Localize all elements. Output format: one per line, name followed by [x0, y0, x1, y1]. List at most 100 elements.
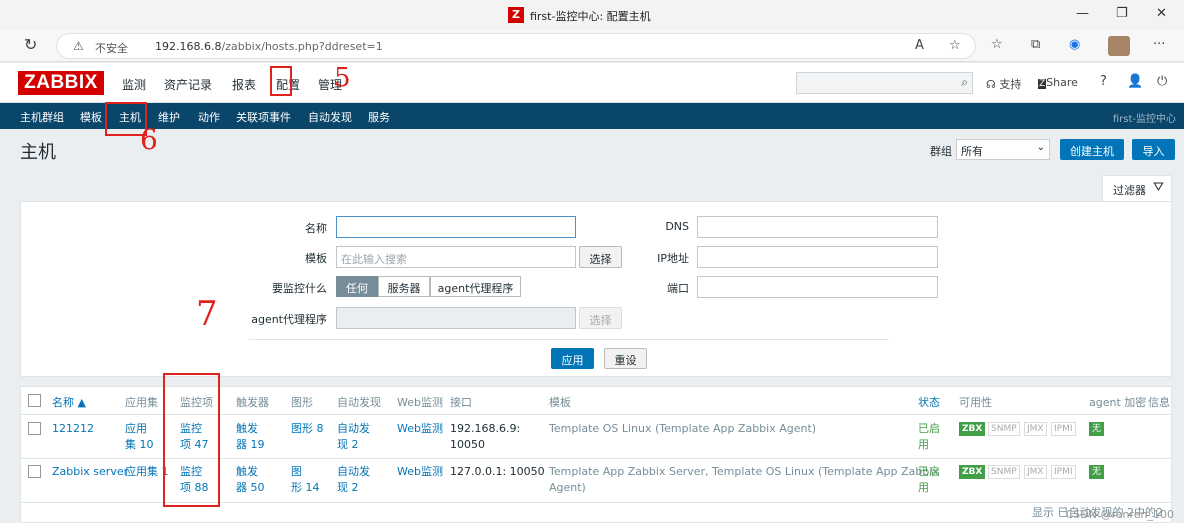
discovery-link[interactable]: 自动发现 2 [337, 464, 370, 496]
url-box[interactable]: ⚠ 不安全 192.168.6.8/zabbix/hosts.php?ddres… [56, 33, 976, 59]
subnav-actions[interactable]: 动作 [198, 109, 220, 125]
share-link[interactable]: ZShare [1038, 76, 1078, 89]
col-name[interactable]: 名称 ▲ [52, 394, 86, 410]
web-link[interactable]: Web监测 [397, 464, 443, 480]
collections-icon[interactable]: ⧉ [1031, 37, 1040, 52]
zabbix-logo[interactable]: ZABBIX [18, 71, 104, 95]
dns-label: DNS [665, 220, 689, 233]
search-icon[interactable]: ⌕ [961, 75, 968, 90]
triggers-link[interactable]: 触发器 50 [236, 464, 265, 496]
annotation-7: 7 [196, 294, 218, 334]
address-bar: ↻ ⚠ 不安全 192.168.6.8/zabbix/hosts.php?ddr… [0, 30, 1184, 62]
proxy-input [336, 307, 576, 329]
col-agent-encryption: agent 加密 [1089, 396, 1147, 409]
top-navigation: ZABBIX 监测 资产记录 报表 配置 管理 ⌕ ☊ 支持 ZShare ? … [0, 63, 1184, 103]
group-select[interactable]: 所有 ⌄ [956, 139, 1050, 160]
headset-icon: ☊ [986, 78, 996, 91]
subnav-host-groups[interactable]: 主机群组 [20, 109, 64, 125]
filter-panel: 名称 模板 在此输入搜索 选择 要监控什么 任何 服务器 agent代理程序 a… [20, 201, 1172, 377]
row-checkbox[interactable] [28, 465, 41, 478]
user-profile-icon[interactable]: 👤 [1127, 74, 1143, 89]
col-web: Web监测 [397, 396, 443, 409]
apps-link[interactable]: 应用集 1 [125, 464, 169, 480]
dns-input[interactable] [697, 216, 938, 238]
support-link[interactable]: ☊ 支持 [986, 76, 1021, 92]
warning-icon[interactable]: ⚠ [73, 39, 84, 53]
menu-inventory[interactable]: 资产记录 [164, 76, 212, 93]
menu-reports[interactable]: 报表 [232, 76, 256, 93]
subnav-discovery[interactable]: 自动发现 [308, 109, 352, 125]
web-link[interactable]: Web监测 [397, 421, 443, 437]
import-button[interactable]: 导入 [1132, 139, 1175, 160]
edge-icon[interactable]: ◉ [1069, 37, 1080, 52]
insecure-label: 不安全 [95, 42, 128, 55]
templates-text[interactable]: Template OS Linux (Template App Zabbix A… [549, 421, 816, 437]
ip-input[interactable] [697, 246, 938, 268]
favorites-icon[interactable]: ☆ [991, 37, 1003, 52]
create-host-button[interactable]: 创建主机 [1060, 139, 1124, 160]
template-label: 模板 [305, 252, 327, 265]
url-text[interactable]: 192.168.6.8/zabbix/hosts.php?ddreset=1 [155, 40, 383, 53]
port-input[interactable] [697, 276, 938, 298]
ipmi-badge: IPMI [1051, 465, 1076, 479]
status-enabled-link[interactable]: 已启用 [918, 421, 940, 453]
template-select-button[interactable]: 选择 [579, 246, 622, 268]
col-availability: 可用性 [959, 396, 992, 409]
jmx-badge: JMX [1024, 465, 1047, 479]
graphs-link[interactable]: 图形 8 [291, 421, 324, 437]
host-name-link[interactable]: Zabbix server [52, 464, 128, 480]
template-input[interactable]: 在此输入搜索 [336, 246, 576, 268]
reset-button[interactable]: 重设 [604, 348, 647, 369]
select-all-checkbox[interactable] [28, 394, 41, 407]
apply-button[interactable]: 应用 [551, 348, 594, 369]
subnav-maintenance[interactable]: 维护 [158, 109, 180, 125]
annotation-box-items [163, 373, 220, 507]
col-templates: 模板 [549, 396, 571, 409]
monitored-by-label: 要监控什么 [272, 282, 327, 295]
monitored-proxy-option[interactable]: agent代理程序 [430, 276, 521, 297]
refresh-icon[interactable]: ↻ [24, 35, 37, 54]
subnav-correlation[interactable]: 关联项事件 [236, 109, 291, 125]
col-discovery: 自动发现 [337, 396, 381, 409]
proxy-label: agent代理程序 [251, 313, 327, 326]
close-icon[interactable]: ✕ [1156, 6, 1167, 21]
status-enabled-link[interactable]: 已启用 [918, 464, 940, 496]
triggers-link[interactable]: 触发器 19 [236, 421, 265, 453]
encryption-none-badge: 无 [1089, 465, 1105, 479]
monitored-server-option[interactable]: 服务器 [378, 276, 430, 297]
global-search-input[interactable]: ⌕ [796, 72, 973, 94]
more-icon[interactable]: ··· [1153, 37, 1165, 52]
col-apps: 应用集 [125, 396, 158, 409]
profile-avatar[interactable] [1108, 36, 1130, 56]
filter-tab[interactable]: 过滤器 ⛛ [1102, 175, 1172, 201]
discovery-link[interactable]: 自动发现 2 [337, 421, 370, 453]
minimize-icon[interactable]: — [1076, 6, 1089, 21]
ipmi-badge: IPMI [1051, 422, 1076, 436]
zbx-badge: ZBX [959, 465, 986, 479]
watermark: CSDN @renren_100 [1065, 508, 1174, 521]
templates-text[interactable]: Template App Zabbix Server, Template OS … [549, 464, 939, 496]
graphs-link[interactable]: 图形 14 [291, 464, 320, 496]
server-name: first-监控中心 [1112, 114, 1176, 125]
sign-out-icon[interactable]: ⏻ [1157, 74, 1167, 89]
annotation-box-config [270, 66, 292, 96]
host-name-link[interactable]: 121212 [52, 421, 94, 437]
name-input[interactable] [336, 216, 576, 238]
apps-link[interactable]: 应用集 10 [125, 421, 154, 453]
read-aloud-icon[interactable]: A [915, 38, 924, 53]
row-checkbox[interactable] [28, 422, 41, 435]
filter-divider [249, 339, 889, 340]
menu-monitoring[interactable]: 监测 [122, 76, 146, 93]
maximize-icon[interactable]: ❐ [1116, 6, 1128, 21]
encryption-none-badge: 无 [1089, 422, 1105, 436]
annotation-5: 5 [334, 63, 351, 93]
snmp-badge: SNMP [988, 465, 1020, 479]
monitored-any-option[interactable]: 任何 [336, 276, 378, 297]
interface-text: 192.168.6.9: 10050 [450, 422, 521, 451]
help-icon[interactable]: ? [1100, 74, 1107, 89]
subnav-services[interactable]: 服务 [368, 109, 390, 125]
col-status[interactable]: 状态 [918, 394, 940, 410]
add-favorite-icon[interactable]: ☆ [949, 38, 961, 53]
subnav-templates[interactable]: 模板 [80, 109, 102, 125]
zbx-badge: ZBX [959, 422, 986, 436]
